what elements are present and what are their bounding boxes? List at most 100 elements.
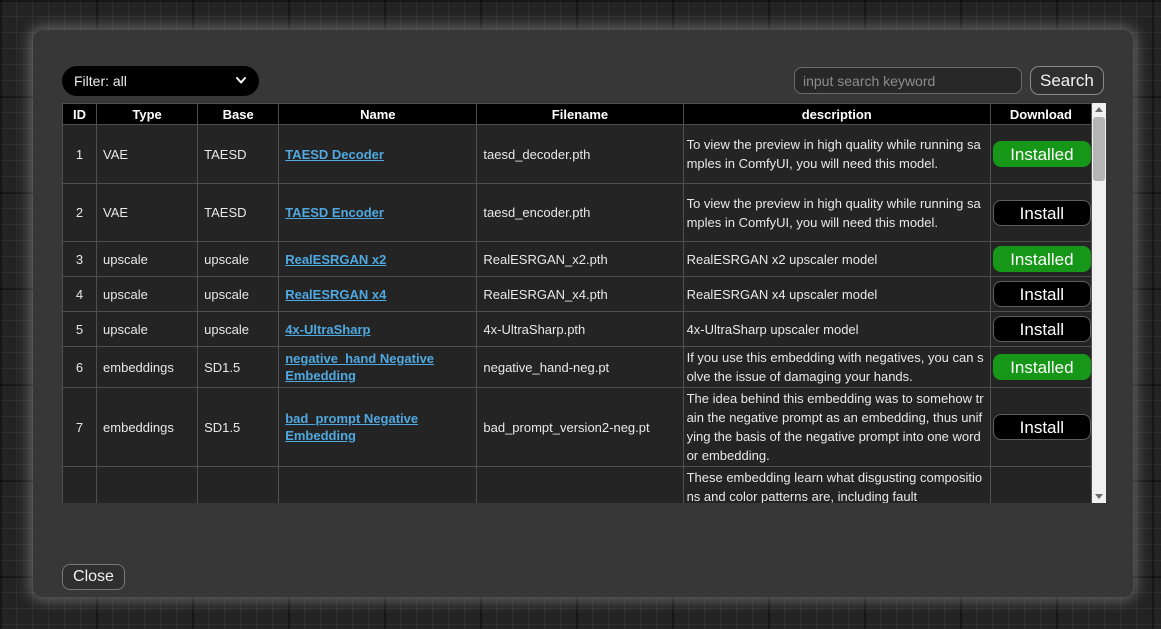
installed-button[interactable]: Installed <box>993 354 1091 380</box>
cell-id: 6 <box>63 347 97 388</box>
installed-button[interactable]: Installed <box>993 141 1091 167</box>
cell-download: Installed <box>990 347 1091 388</box>
cell-name: 4x-UltraSharp <box>279 312 477 347</box>
scrollbar-down-arrow-icon[interactable] <box>1092 490 1106 503</box>
cell-name: TAESD Decoder <box>279 125 477 184</box>
column-header-id: ID <box>63 104 97 125</box>
cell-id: 1 <box>63 125 97 184</box>
cell-filename: negative_hand-neg.pt <box>477 347 683 388</box>
install-button[interactable]: Install <box>993 414 1091 440</box>
column-header-filename: Filename <box>477 104 683 125</box>
cell-base: SD1.5 <box>198 388 279 467</box>
cell-id: 4 <box>63 277 97 312</box>
model-name-link[interactable]: TAESD Encoder <box>285 205 384 220</box>
cell-description: The idea behind this embedding was to so… <box>683 388 990 467</box>
cell-id: 3 <box>63 242 97 277</box>
cell-description: RealESRGAN x4 upscaler model <box>683 277 990 312</box>
search-input[interactable] <box>794 67 1022 94</box>
model-name-link[interactable]: 4x-UltraSharp <box>285 322 370 337</box>
column-header-download: Download <box>990 104 1091 125</box>
cell-name: bad_prompt Negative Embedding <box>279 388 477 467</box>
cell-base: upscale <box>198 242 279 277</box>
cell-type: upscale <box>97 242 198 277</box>
cell-description: To view the preview in high quality whil… <box>683 125 990 184</box>
chevron-down-icon <box>235 73 247 89</box>
models-table: IDTypeBaseNameFilenamedescriptionDownloa… <box>62 103 1092 503</box>
comfyui-canvas-background: Filter: all Search IDTypeBaseNameFilenam… <box>0 0 1161 629</box>
model-name-link[interactable]: negative_hand Negative Embedding <box>285 351 434 383</box>
table-scrollbar[interactable] <box>1092 103 1106 503</box>
cell-base <box>198 467 279 504</box>
cell-type: VAE <box>97 125 198 184</box>
cell-id: 5 <box>63 312 97 347</box>
install-models-dialog: Filter: all Search IDTypeBaseNameFilenam… <box>33 30 1133 597</box>
cell-description: To view the preview in high quality whil… <box>683 184 990 242</box>
cell-type: VAE <box>97 184 198 242</box>
table-row: 1VAETAESD TAESD Decoder taesd_decoder.pthT… <box>63 125 1092 184</box>
cell-filename <box>477 467 683 504</box>
table-row: 7embeddingsSD1.5bad_prompt Negative Embe… <box>63 388 1092 467</box>
cell-description: If you use this embedding with negatives… <box>683 347 990 388</box>
cell-filename: 4x-UltraSharp.pth <box>477 312 683 347</box>
cell-name <box>279 467 477 504</box>
cell-filename: taesd_encoder.pth <box>477 184 683 242</box>
table-row: 5upscaleupscale4x-UltraSharp4x-UltraShar… <box>63 312 1092 347</box>
cell-name: RealESRGAN x4 <box>279 277 477 312</box>
model-name-link[interactable]: RealESRGAN x2 <box>285 252 386 267</box>
search-button[interactable]: Search <box>1030 66 1104 95</box>
cell-download: Install <box>990 184 1091 242</box>
installed-button[interactable]: Installed <box>993 246 1091 272</box>
cell-filename: RealESRGAN_x2.pth <box>477 242 683 277</box>
cell-type: upscale <box>97 312 198 347</box>
filter-select[interactable]: Filter: all <box>62 66 259 96</box>
cell-name: TAESD Encoder <box>279 184 477 242</box>
models-table-container: IDTypeBaseNameFilenamedescriptionDownloa… <box>62 103 1106 503</box>
column-header-name: Name <box>279 104 477 125</box>
model-name-link[interactable]: TAESD Decoder <box>285 147 384 162</box>
cell-type: upscale <box>97 277 198 312</box>
install-button[interactable]: Install <box>993 316 1091 342</box>
cell-base: upscale <box>198 312 279 347</box>
cell-download <box>990 467 1091 504</box>
scrollbar-up-arrow-icon[interactable] <box>1092 103 1106 116</box>
cell-id: 2 <box>63 184 97 242</box>
table-body: 1VAETAESDTAESD Decodertaesd_decoder.pthT… <box>63 125 1092 504</box>
cell-base: SD1.5 <box>198 347 279 388</box>
cell-download: Install <box>990 277 1091 312</box>
table-row: 6embeddingsSD1.5negative_hand Negative E… <box>63 347 1092 388</box>
cell-type <box>97 467 198 504</box>
model-name-link[interactable]: bad_prompt Negative Embedding <box>285 411 418 443</box>
cell-name: negative_hand Negative Embedding <box>279 347 477 388</box>
install-button[interactable]: Install <box>993 200 1091 226</box>
cell-download: Installed <box>990 242 1091 277</box>
cell-type: embeddings <box>97 347 198 388</box>
table-row: 2VAETAESDTAESD Encodertaesd_encoder.pthT… <box>63 184 1092 242</box>
cell-base: TAESD <box>198 125 279 184</box>
cell-description: These embedding learn what disgusting co… <box>683 467 990 504</box>
table-row: These embedding learn what disgusting co… <box>63 467 1092 504</box>
scrollbar-thumb[interactable] <box>1093 117 1105 181</box>
cell-download: Install <box>990 312 1091 347</box>
cell-filename: RealESRGAN_x4.pth <box>477 277 683 312</box>
cell-download: Install <box>990 388 1091 467</box>
cell-download: Installed <box>990 125 1091 184</box>
cell-id <box>63 467 97 504</box>
close-button[interactable]: Close <box>62 564 125 590</box>
cell-type: embeddings <box>97 388 198 467</box>
table-row: 4upscaleupscaleRealESRGAN x4RealESRGAN_x… <box>63 277 1092 312</box>
cell-name: RealESRGAN x2 <box>279 242 477 277</box>
install-button[interactable]: Install <box>993 281 1091 307</box>
filter-selected-value: Filter: all <box>74 73 235 89</box>
cell-base: upscale <box>198 277 279 312</box>
cell-id: 7 <box>63 388 97 467</box>
table-header-row: IDTypeBaseNameFilenamedescriptionDownloa… <box>63 104 1092 125</box>
column-header-type: Type <box>97 104 198 125</box>
column-header-base: Base <box>198 104 279 125</box>
cell-description: RealESRGAN x2 upscaler model <box>683 242 990 277</box>
cell-filename: bad_prompt_version2-neg.pt <box>477 388 683 467</box>
column-header-description: description <box>683 104 990 125</box>
cell-description: 4x-UltraSharp upscaler model <box>683 312 990 347</box>
table-row: 3upscaleupscaleRealESRGAN x2RealESRGAN_x… <box>63 242 1092 277</box>
model-name-link[interactable]: RealESRGAN x4 <box>285 287 386 302</box>
cell-filename: taesd_decoder.pth <box>477 125 683 184</box>
